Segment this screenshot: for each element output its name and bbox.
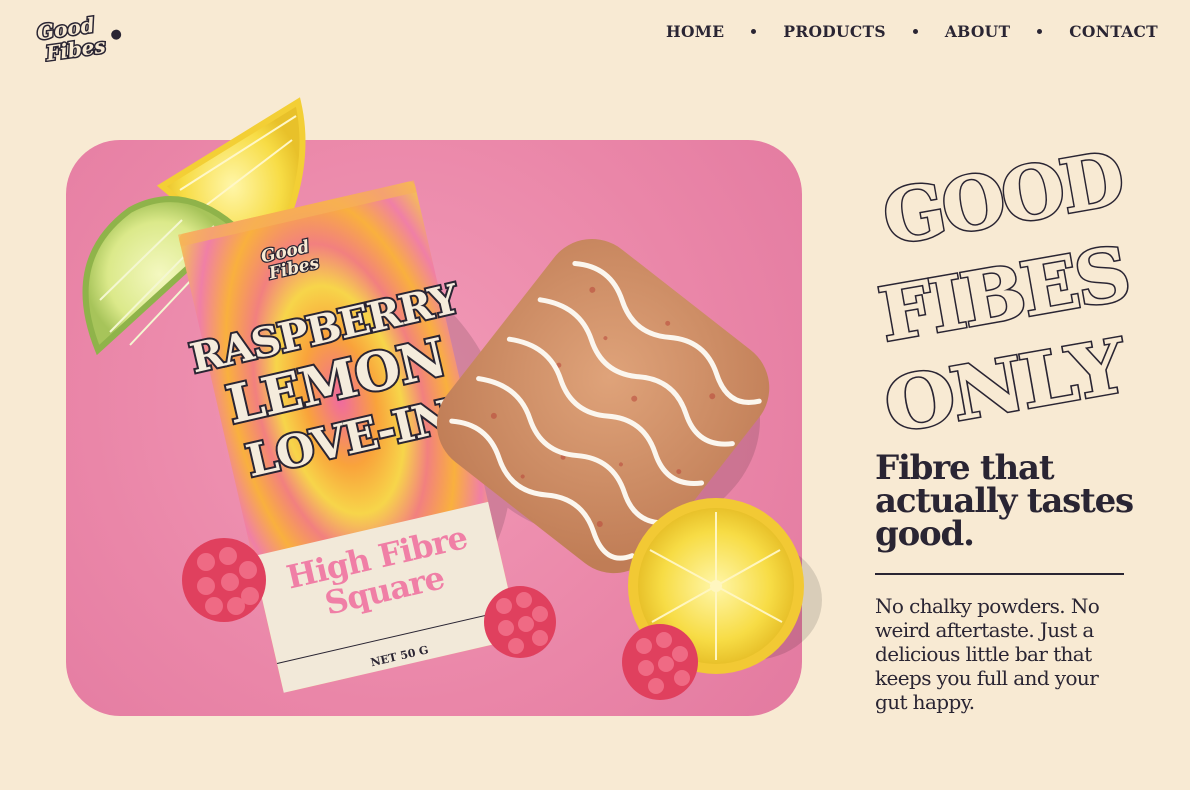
nav-separator [912,29,918,34]
nav-separator [1037,29,1043,34]
body-copy: No chalky powders. No weird aftertaste. … [875,594,1100,714]
divider [875,573,1124,575]
raspberry-icon [484,586,556,658]
tagline: Fibre that actually tastes good. [875,448,1134,554]
headline-good-fibes-only: GOOD FIBES ONLY [872,134,1134,432]
raspberry-icon [622,624,698,700]
raspberry-icon [182,538,266,622]
hero-product-image: Good Fibes RASPBERRY LEMON LOVE-IN High … [66,97,822,716]
nav-contact[interactable]: CONTACT [1069,22,1158,41]
nav-about[interactable]: ABOUT [945,22,1010,41]
